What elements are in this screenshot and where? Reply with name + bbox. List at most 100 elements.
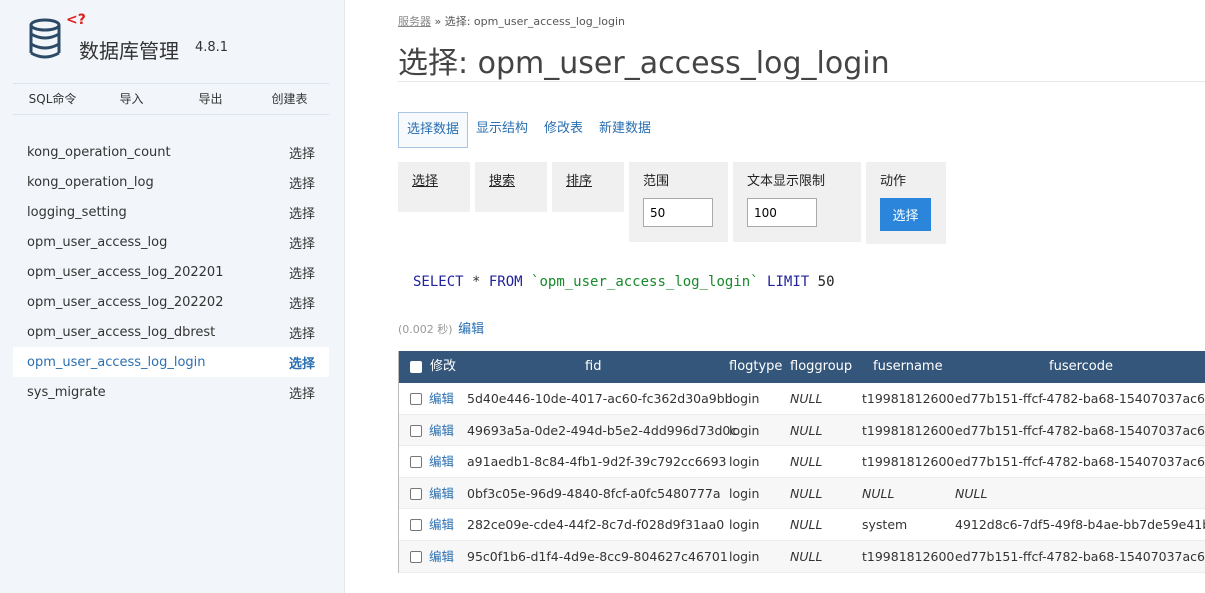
header-modify[interactable]: 修改 (430, 351, 456, 383)
sql-table-name: `opm_user_access_log_login` (531, 274, 759, 290)
page-title: 选择: opm_user_access_log_login (398, 46, 890, 81)
table-select-link[interactable]: 选择 (289, 233, 315, 252)
row-checkbox[interactable] (410, 487, 422, 500)
select-columns-link[interactable]: 选择 (412, 170, 438, 189)
limit-input[interactable] (643, 198, 713, 227)
tab-new-item[interactable]: 新建数据 (591, 112, 659, 148)
cell-fid: 95c0f1b6-d1f4-4d9e-8cc9-804627c46701 (467, 548, 728, 564)
app-version: 4.8.1 (195, 40, 229, 55)
cell-fusername: system (862, 517, 908, 533)
row-edit-link[interactable]: 编辑 (429, 478, 454, 509)
main-content: 服务器 » 选择: opm_user_access_log_login 选择: … (398, 0, 1205, 593)
sort-box: 排序 (552, 162, 624, 212)
table-select-link[interactable]: 选择 (289, 263, 315, 282)
search-link[interactable]: 搜索 (489, 170, 515, 189)
table-row: 编辑 49693a5a-0de2-494d-b5e2-4dd996d73d0c … (399, 414, 1205, 447)
row-edit-link[interactable]: 编辑 (429, 446, 454, 477)
text-length-input[interactable] (747, 198, 817, 227)
tab-alter-table[interactable]: 修改表 (536, 112, 591, 148)
cell-floggroup: NULL (790, 391, 823, 406)
breadcrumb-separator: » (431, 15, 445, 28)
row-checkbox[interactable] (410, 393, 422, 405)
table-select-link[interactable]: 选择 (289, 173, 315, 192)
table-link[interactable]: kong_operation_log (27, 175, 154, 190)
row-checkbox[interactable] (410, 456, 422, 469)
limit-label: 范围 (643, 174, 670, 189)
row-checkbox[interactable] (410, 519, 422, 532)
table-header: 修改 fid flogtype floggroup fusername fuse… (399, 351, 1205, 383)
table-select-link[interactable]: 选择 (289, 293, 315, 312)
row-checkbox[interactable] (410, 424, 422, 437)
table-select-link[interactable]: 选择 (289, 143, 315, 162)
sidebar: <? 数据库管理 4.8.1 SQL命令 导入 导出 创建表 kong_oper… (0, 0, 345, 593)
cell-fusername: NULL (862, 485, 895, 501)
data-table: 修改 fid flogtype floggroup fusername fuse… (398, 351, 1205, 573)
table-select-link[interactable]: 选择 (289, 323, 315, 342)
table-list-item: opm_user_access_log_dbrest 选择 (13, 317, 329, 347)
app-logo[interactable]: <? 数据库管理 4.8.1 (26, 10, 286, 70)
select-submit-button[interactable]: 选择 (880, 198, 931, 231)
sidebar-tab-import[interactable]: 导入 (92, 84, 171, 114)
header-fusercode[interactable]: fusercode (1049, 351, 1113, 383)
table-select-link[interactable]: 选择 (289, 383, 315, 402)
table-link[interactable]: kong_operation_count (27, 145, 171, 160)
table-link[interactable]: opm_user_access_log_202202 (27, 295, 223, 310)
table-link[interactable]: opm_user_access_log (27, 235, 167, 250)
query-controls: 选择 搜索 排序 范围 文本显示限制 动作 选择 (398, 162, 951, 244)
table-link[interactable]: opm_user_access_log_login (27, 355, 206, 370)
table-list-item: opm_user_access_log_202201 选择 (13, 257, 329, 287)
title-divider (398, 81, 1205, 82)
edit-sql-link[interactable]: 编辑 (458, 322, 484, 337)
row-edit-link[interactable]: 编辑 (429, 509, 454, 540)
text-length-box: 文本显示限制 (733, 162, 861, 242)
header-flogtype[interactable]: flogtype (729, 351, 782, 383)
row-checkbox[interactable] (410, 550, 422, 563)
cell-fid: 5d40e446-10de-4017-ac60-fc362d30a9bb (467, 391, 733, 406)
table-link[interactable]: sys_migrate (27, 385, 106, 400)
text-length-label: 文本显示限制 (747, 174, 826, 189)
cell-fid: 0bf3c05e-96d9-4840-8fcf-a0fc5480777a (467, 485, 721, 501)
cell-floggroup: NULL (790, 422, 823, 438)
table-list-item: sys_migrate 选择 (13, 377, 329, 407)
table-list-item: logging_setting 选择 (13, 197, 329, 227)
cell-fusername: t19981812600 (862, 548, 955, 564)
table-link[interactable]: logging_setting (27, 205, 127, 220)
header-fid[interactable]: fid (585, 351, 601, 383)
sidebar-tab-sql[interactable]: SQL命令 (13, 84, 92, 114)
sidebar-tab-create-table[interactable]: 创建表 (250, 84, 329, 114)
table-select-link[interactable]: 选择 (289, 203, 315, 222)
table-row: 编辑 5d40e446-10de-4017-ac60-fc362d30a9bb … (399, 383, 1205, 415)
header-floggroup[interactable]: floggroup (790, 351, 852, 383)
cell-flogtype: login (729, 391, 760, 406)
breadcrumb-current: 选择: opm_user_access_log_login (444, 15, 625, 28)
table-list-item: kong_operation_log 选择 (13, 167, 329, 197)
sort-link[interactable]: 排序 (566, 170, 592, 189)
cell-fid: a91aedb1-8c84-4fb1-9d2f-39c792cc6693 (467, 454, 727, 470)
cell-fusercode: ed77b151-ffcf-4782-ba68-15407037ac6c (955, 548, 1205, 564)
sidebar-tabs: SQL命令 导入 导出 创建表 (13, 83, 329, 115)
row-edit-link[interactable]: 编辑 (429, 415, 454, 446)
table-link[interactable]: opm_user_access_log_dbrest (27, 325, 215, 340)
table-list-item-active: opm_user_access_log_login 选择 (13, 347, 329, 377)
table-row: 编辑 0bf3c05e-96d9-4840-8fcf-a0fc5480777a … (399, 477, 1205, 510)
table-select-link[interactable]: 选择 (289, 353, 315, 372)
row-edit-link[interactable]: 编辑 (429, 541, 454, 572)
cell-floggroup: NULL (790, 517, 823, 533)
table-list-item: opm_user_access_log_202202 选择 (13, 287, 329, 317)
cell-fusercode: ed77b151-ffcf-4782-ba68-15407037ac6c (955, 422, 1205, 438)
table-row: 编辑 a91aedb1-8c84-4fb1-9d2f-39c792cc6693 … (399, 446, 1205, 478)
sidebar-tab-export[interactable]: 导出 (171, 84, 250, 114)
sql-keyword: SELECT (413, 274, 464, 290)
header-fusername[interactable]: fusername (873, 351, 943, 383)
sql-star: * (463, 274, 489, 290)
select-all-checkbox[interactable] (410, 361, 422, 373)
table-link[interactable]: opm_user_access_log_202201 (27, 265, 223, 280)
cell-flogtype: login (729, 548, 760, 564)
row-edit-link[interactable]: 编辑 (429, 383, 454, 414)
tab-show-structure[interactable]: 显示结构 (468, 112, 536, 148)
cell-fid: 282ce09e-cde4-44f2-8c7d-f028d9f31aa0 (467, 517, 725, 533)
breadcrumb-server-link[interactable]: 服务器 (398, 15, 431, 28)
table-row: 编辑 95c0f1b6-d1f4-4d9e-8cc9-804627c46701 … (399, 540, 1205, 573)
tab-select-data[interactable]: 选择数据 (398, 112, 469, 148)
cell-fid: 49693a5a-0de2-494d-b5e2-4dd996d73d0c (467, 422, 738, 438)
